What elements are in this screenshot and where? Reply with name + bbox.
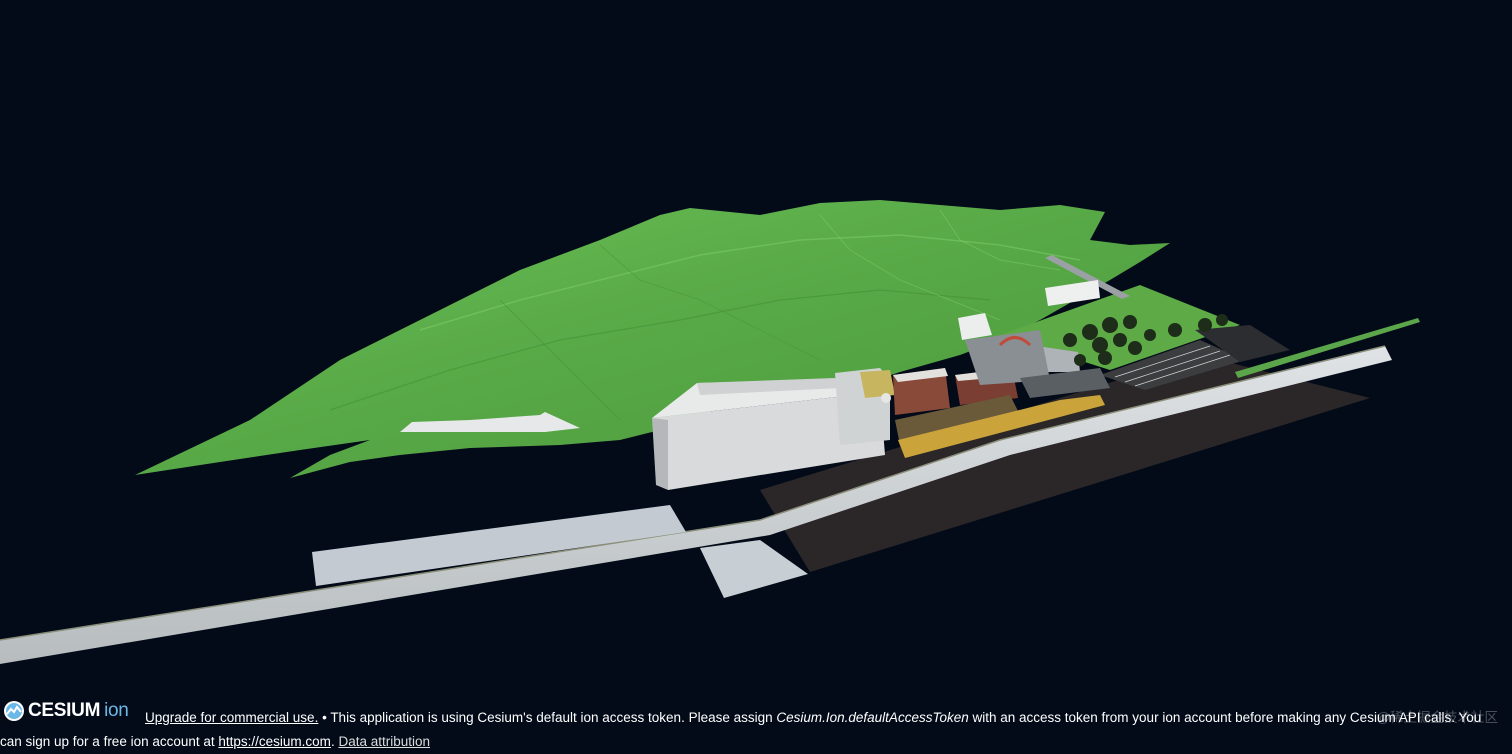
logo-ion-suffix: ion <box>104 700 129 721</box>
ground-slab-2 <box>700 540 808 598</box>
credit-line-2: can sign up for a free ion account at ht… <box>0 730 430 754</box>
token-variable: Cesium.Ion.defaultAccessToken <box>776 710 969 725</box>
credit-line-1: Upgrade for commercial use. • This appli… <box>145 706 1481 730</box>
logo-wordmark: CESIUM <box>28 700 101 721</box>
cesium-ion-logo[interactable]: CESIUM ion <box>3 698 129 724</box>
token-text-1: This application is using Cesium's defau… <box>330 710 777 725</box>
watermark: @稀土掘金技术社区 <box>1376 710 1498 725</box>
cesium-logo-icon <box>4 701 24 721</box>
signup-text: can sign up for a free ion account at <box>0 734 219 749</box>
credit-container: CESIUM ion Upgrade for commercial use. •… <box>0 698 1512 754</box>
data-attribution-link[interactable]: Data attribution <box>338 734 430 749</box>
cesium-link[interactable]: https://cesium.com <box>218 734 331 749</box>
upgrade-link[interactable]: Upgrade for commercial use. <box>145 710 318 725</box>
bullet-separator: • <box>318 710 331 725</box>
cesium-viewer[interactable]: CESIUM ion Upgrade for commercial use. •… <box>0 0 1512 754</box>
3d-scene-canvas[interactable] <box>0 0 1512 754</box>
